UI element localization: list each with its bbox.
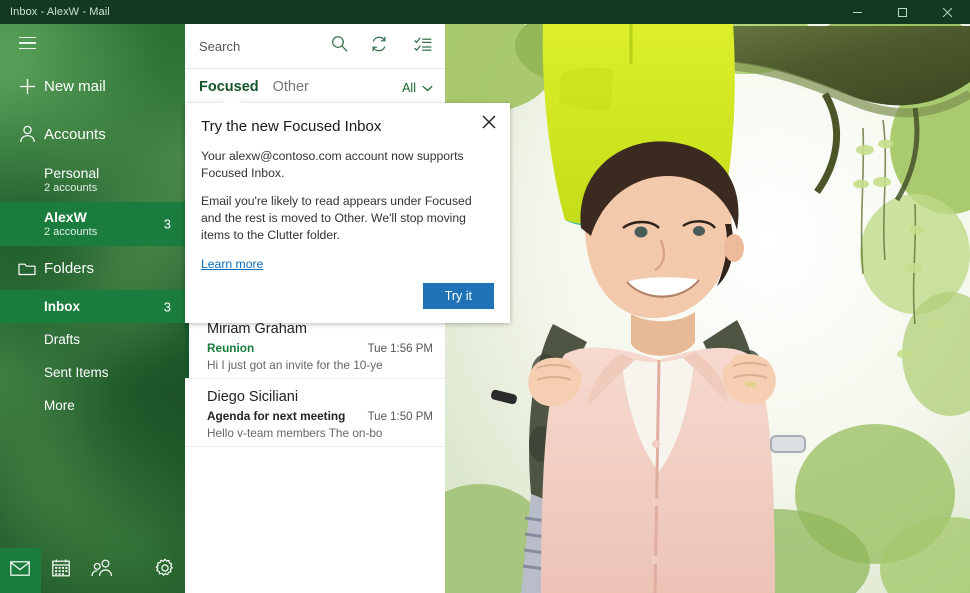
window-controls <box>835 0 970 24</box>
mail-icon <box>10 561 30 581</box>
folder-item-sent-items[interactable]: Sent Items <box>0 356 185 389</box>
sync-icon <box>370 35 388 58</box>
photo-illustration <box>445 24 970 593</box>
filter-label: All <box>402 81 416 95</box>
mail-tab-button[interactable] <box>0 548 41 593</box>
account-name: Personal <box>44 165 185 181</box>
account-item-alexw[interactable]: AlexW 2 accounts 3 <box>0 202 185 246</box>
try-it-button[interactable]: Try it <box>423 283 494 309</box>
message-list-item[interactable]: Diego Siciliani Agenda for next meeting … <box>185 379 445 447</box>
filter-dropdown[interactable]: All <box>402 81 433 95</box>
folder-item-drafts[interactable]: Drafts <box>0 323 185 356</box>
hamburger-icon <box>10 37 44 50</box>
callout-title: Try the new Focused Inbox <box>201 117 494 137</box>
callout-paragraph-2: Email you're likely to read appears unde… <box>201 193 494 244</box>
search-input[interactable]: Search <box>185 24 321 68</box>
folder-unread-badge: 3 <box>164 299 171 314</box>
message-sender: Diego Siciliani <box>207 388 433 407</box>
tab-other[interactable]: Other <box>273 79 309 97</box>
folder-label: Inbox <box>44 299 80 314</box>
new-mail-button[interactable]: New mail <box>0 62 185 110</box>
people-tab-button[interactable] <box>82 548 123 593</box>
folder-label: More <box>44 398 75 413</box>
folders-header[interactable]: Folders <box>0 246 185 290</box>
close-icon <box>482 115 496 134</box>
folders-label: Folders <box>44 260 94 277</box>
account-sub: 2 accounts <box>44 181 185 195</box>
folder-item-inbox[interactable]: Inbox 3 <box>0 290 185 323</box>
maximize-button[interactable] <box>880 0 925 24</box>
message-subject: Reunion <box>207 340 254 356</box>
reading-pane-photo <box>445 24 970 593</box>
people-icon <box>91 559 113 582</box>
minimize-button[interactable] <box>835 0 880 24</box>
account-unread-badge: 3 <box>164 217 171 232</box>
settings-gear-icon <box>155 558 175 583</box>
selection-mode-button[interactable] <box>401 24 445 68</box>
accounts-label: Accounts <box>44 126 106 143</box>
folder-icon <box>10 261 44 276</box>
message-time: Tue 1:50 PM <box>360 411 433 423</box>
callout-close-button[interactable] <box>478 113 500 135</box>
person-icon <box>10 125 44 143</box>
focused-inbox-callout: Try the new Focused Inbox Your alexw@con… <box>185 103 510 323</box>
message-preview: Hello v-team members The on-bo <box>207 425 433 441</box>
search-icon <box>331 35 348 57</box>
folder-label: Drafts <box>44 332 80 347</box>
message-time: Tue 1:56 PM <box>360 343 433 355</box>
plus-icon <box>10 78 44 95</box>
sync-button[interactable] <box>357 24 401 68</box>
search-bar: Search <box>185 24 445 69</box>
message-preview: Hi I just got an invite for the 10-ye <box>207 357 433 373</box>
hamburger-menu-button[interactable] <box>0 24 185 62</box>
window-title: Inbox - AlexW - Mail <box>0 6 110 18</box>
message-subject: Agenda for next meeting <box>207 408 345 424</box>
title-bar: Inbox - AlexW - Mail <box>0 0 970 24</box>
folder-label: Sent Items <box>44 365 109 380</box>
callout-paragraph-1: Your alexw@contoso.com account now suppo… <box>201 148 494 182</box>
search-button[interactable] <box>321 35 357 57</box>
callout-actions: Try it <box>201 283 494 309</box>
account-item-personal[interactable]: Personal 2 accounts <box>0 158 185 202</box>
selection-mode-icon <box>414 36 432 57</box>
accounts-button[interactable]: Accounts <box>0 110 185 158</box>
sidebar: New mail Accounts Personal 2 accounts Al… <box>0 24 185 593</box>
mail-app-window: Inbox - AlexW - Mail <box>0 0 970 593</box>
calendar-icon <box>52 559 70 582</box>
new-mail-label: New mail <box>44 78 106 95</box>
tab-focused[interactable]: Focused <box>199 79 259 97</box>
calendar-tab-button[interactable] <box>41 548 82 593</box>
search-placeholder: Search <box>199 39 240 54</box>
learn-more-link[interactable]: Learn more <box>201 257 263 271</box>
chevron-down-icon <box>422 81 433 95</box>
settings-tab-button[interactable] <box>144 548 185 593</box>
close-button[interactable] <box>925 0 970 24</box>
sidebar-bottom-bar <box>0 548 185 593</box>
folder-item-more[interactable]: More <box>0 389 185 422</box>
inbox-tabs: Focused Other All <box>185 69 445 107</box>
